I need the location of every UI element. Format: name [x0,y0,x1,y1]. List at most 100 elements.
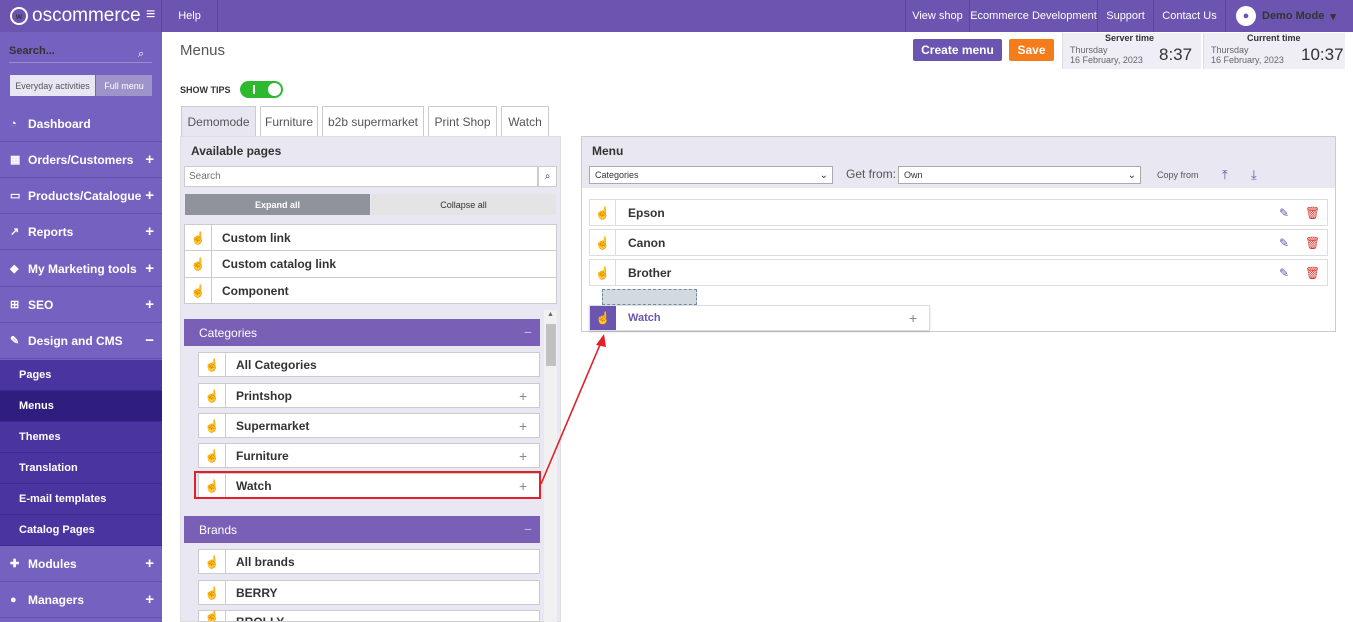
list-item-label: Component [222,283,289,298]
section-title: Categories [199,325,258,340]
dragging-item[interactable]: ☝ Watch + [589,305,930,331]
sidebar-item-orders[interactable]: ▦ Orders/Customers + [0,142,162,178]
scrollbar-thumb[interactable] [546,324,556,366]
menu-type-select[interactable]: Categories ⌄ [589,166,833,184]
support-link[interactable]: Support [1097,0,1153,32]
drag-hand-icon[interactable]: ☝ [185,225,212,250]
search-icon[interactable]: ⌕ [538,166,557,187]
sidebar-subitem-email-templates[interactable]: E-mail templates [0,484,162,515]
tab-watch[interactable]: Watch [501,106,549,136]
get-from-select[interactable]: Own ⌄ [898,166,1141,184]
category-item[interactable]: ☝ Furniture + [198,443,540,468]
minus-icon[interactable]: − [524,521,532,537]
trash-icon[interactable]: 🗑 [1305,266,1327,280]
plus-icon: + [145,260,154,277]
drag-hand-icon[interactable]: ☝ [185,278,212,303]
copy-from-link[interactable]: Copy from [1157,170,1199,180]
brand-item[interactable]: ☝ BROLLY [198,610,540,622]
sidebar-item-reports[interactable]: ↗ Reports + [0,214,162,250]
sidebar-item-marketing[interactable]: ◆ My Marketing tools + [0,251,162,287]
plus-icon[interactable]: + [519,448,539,464]
expand-all-button[interactable]: Expand all [185,194,370,215]
list-item-component[interactable]: ☝ Component [184,277,557,304]
tab-furniture[interactable]: Furniture [260,106,318,136]
trash-icon[interactable]: 🗑 [1305,206,1327,220]
pencil-icon[interactable]: ✎ [1279,206,1305,220]
everyday-activities-toggle[interactable]: Everyday activities [10,75,95,96]
collapse-all-button[interactable]: Collapse all [371,194,556,215]
sidebar-subitem-translation[interactable]: Translation [0,453,162,484]
drag-hand-icon[interactable]: ☝ [199,581,226,604]
user-menu[interactable]: ● Demo Mode ▾ [1225,0,1353,32]
sidebar-item-modules[interactable]: ✚ Modules + [0,546,162,582]
list-item-custom-catalog-link[interactable]: ☝ Custom catalog link [184,250,557,277]
pages-search-input[interactable] [184,166,538,187]
tab-print-shop[interactable]: Print Shop [428,106,497,136]
full-menu-toggle[interactable]: Full menu [96,75,152,96]
category-item[interactable]: ☝ All Categories [198,352,540,377]
sidebar-item-design-cms[interactable]: ✎ Design and CMS − [0,323,162,359]
plus-icon[interactable]: + [519,388,539,404]
current-time-label: Current time [1247,33,1301,43]
download-icon[interactable]: ⤓ [1251,167,1257,183]
brand-item[interactable]: ☝ All brands [198,549,540,574]
create-menu-button[interactable]: Create menu [913,39,1002,61]
drag-hand-icon[interactable]: ☝ [185,251,212,277]
brands-header[interactable]: Brands − [184,516,540,543]
folder-icon: ▭ [10,190,21,202]
plus-icon[interactable]: + [519,418,539,434]
category-item[interactable]: ☝ Printshop + [198,383,540,408]
drag-hand-icon[interactable]: ☝ [199,444,226,467]
sidebar-item-products[interactable]: ▭ Products/Catalogue + [0,178,162,214]
sidebar-item-dashboard[interactable]: ◔ Dashboard [0,106,162,142]
menu-item[interactable]: ☝ Epson ✎ 🗑 [589,199,1328,226]
pencil-icon[interactable]: ✎ [1279,266,1305,280]
drag-hand-icon[interactable]: ☝ [199,550,226,573]
upload-icon[interactable]: ⤒ [1222,167,1228,183]
trash-icon[interactable]: 🗑 [1305,236,1327,250]
plus-icon[interactable]: + [909,310,929,326]
minus-icon: − [145,332,154,349]
sidebar-subitem-menus[interactable]: Menus [0,391,162,422]
list-item-custom-link[interactable]: ☝ Custom link [184,224,557,250]
drag-hand-icon[interactable]: ☝ [590,306,616,330]
save-button[interactable]: Save [1009,39,1054,61]
drag-hand-icon[interactable]: ☝ [199,611,226,621]
scroll-up-icon[interactable]: ▲ [547,311,554,318]
chevron-down-icon: ⌄ [819,169,828,181]
category-item[interactable]: ☝ Supermarket + [198,413,540,438]
drop-placeholder [602,289,697,305]
user-icon: ● [1236,6,1256,26]
drag-hand-icon[interactable]: ☝ [199,353,226,376]
tab-b2b-supermarket[interactable]: b2b supermarket [322,106,424,136]
brand-item[interactable]: ☝ BERRY [198,580,540,605]
menu-item[interactable]: ☝ Brother ✎ 🗑 [589,259,1328,286]
pencil-icon[interactable]: ✎ [1279,236,1305,250]
sidebar-item-seo[interactable]: ⊞ SEO + [0,287,162,323]
minus-icon[interactable]: − [524,324,532,340]
sidebar-subitem-pages[interactable]: Pages [0,360,162,391]
sidebar-item-label: Dashboard [28,116,91,131]
sidebar-subitem-themes[interactable]: Themes [0,422,162,453]
drag-hand-icon[interactable]: ☝ [199,384,226,407]
menu-item[interactable]: ☝ Canon ✎ 🗑 [589,229,1328,256]
search-icon[interactable]: ⌕ [138,48,144,61]
show-tips-toggle[interactable] [240,81,283,98]
view-shop-link[interactable]: View shop [905,0,969,32]
sidebar-item-label: My Marketing tools [28,261,137,276]
logo-icon: w [10,7,28,25]
contact-us-link[interactable]: Contact Us [1153,0,1225,32]
drag-hand-icon[interactable]: ☝ [590,200,616,225]
categories-header[interactable]: Categories − [184,319,540,346]
drag-hand-icon[interactable]: ☝ [590,260,616,285]
help-link[interactable]: Help [161,0,218,32]
drag-hand-icon[interactable]: ☝ [199,414,226,437]
ecommerce-development-link[interactable]: Ecommerce Development [969,0,1097,32]
tab-demomode[interactable]: Demomode [181,106,256,136]
sidebar-search-input[interactable]: Search... [9,41,152,63]
hamburger-icon[interactable]: ≡ [146,6,155,24]
sidebar-subitem-catalog-pages[interactable]: Catalog Pages [0,515,162,546]
sidebar-item-managers[interactable]: ● Managers + [0,582,162,618]
logo[interactable]: w oscommerce [10,4,141,28]
drag-hand-icon[interactable]: ☝ [590,230,616,255]
